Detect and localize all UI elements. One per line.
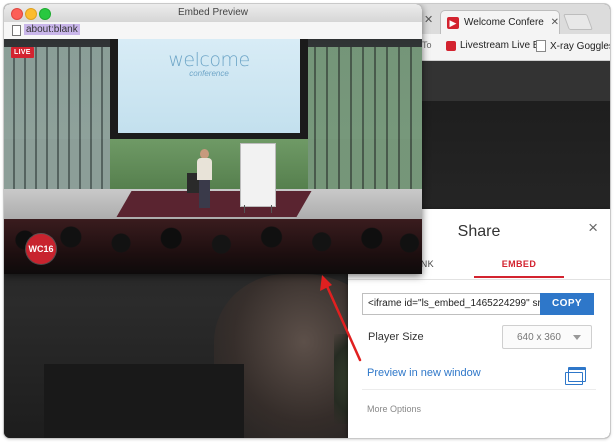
copy-button[interactable]: COPY	[540, 293, 594, 315]
audience	[4, 219, 422, 274]
screenshot-frame: ✕ ▶ Welcome Conference 2016 ✕ To Livestr…	[4, 4, 610, 438]
bookmark-xray-goggles[interactable]: X-ray Goggles	[536, 40, 610, 52]
new-window-icon[interactable]	[565, 367, 586, 385]
preview-in-new-window-link[interactable]: Preview in new window	[367, 367, 481, 379]
bookmark-label: Livestream Live Broadcast	[460, 40, 540, 51]
more-options-link[interactable]: More Options	[367, 404, 421, 414]
stage-rug	[116, 191, 312, 217]
video-player[interactable]: welcome conference LIVE WC16	[4, 39, 422, 274]
embed-code-field[interactable]: <iframe id="ls_embed_1465224299" src	[362, 293, 540, 315]
close-icon[interactable]: ✕	[424, 13, 433, 26]
embed-preview-window: Embed Preview about:blank welcome confer…	[4, 4, 422, 274]
livestream-icon: ▶	[447, 16, 459, 29]
page-icon	[536, 40, 546, 52]
screen-title: welcome	[168, 49, 250, 71]
background-stage	[44, 364, 244, 438]
url-text[interactable]: about:blank	[24, 24, 80, 35]
easel-legs	[244, 205, 272, 213]
screen-subtitle: conference	[189, 69, 229, 78]
chevron-down-icon	[573, 335, 581, 340]
bookmark-livestream[interactable]: Livestream Live Broadcast	[446, 40, 540, 51]
bookmark-fragment[interactable]: To	[422, 40, 432, 50]
flipchart-easel	[240, 143, 276, 207]
window-title: Embed Preview	[177, 7, 249, 18]
embed-code-row: <iframe id="ls_embed_1465224299" src COP…	[362, 293, 594, 315]
player-size-value: 640 x 360	[517, 331, 561, 343]
tab-close-icon[interactable]: ✕	[551, 17, 559, 28]
player-size-select[interactable]: 640 x 360	[502, 325, 592, 349]
page-icon	[12, 25, 21, 36]
browser-tab[interactable]: ▶ Welcome Conference 2016 ✕	[440, 10, 560, 34]
bookmark-label: X-ray Goggles	[550, 40, 610, 52]
divider	[362, 389, 596, 390]
live-badge: LIVE	[11, 47, 34, 58]
player-size-label: Player Size	[368, 331, 424, 343]
event-badge: WC16	[26, 234, 56, 264]
window-titlebar[interactable]: Embed Preview	[4, 4, 422, 23]
close-icon[interactable]: ×	[588, 219, 598, 236]
livestream-icon	[446, 40, 456, 51]
new-tab-button[interactable]	[563, 14, 593, 30]
speaker-body	[197, 158, 212, 180]
tab-embed[interactable]: EMBED	[474, 259, 564, 278]
url-bar[interactable]: about:blank	[4, 22, 422, 40]
speaker-legs	[199, 180, 210, 208]
browser-tab-title: Welcome Conference 2016	[464, 17, 544, 28]
projection-screen: welcome conference	[118, 39, 300, 133]
